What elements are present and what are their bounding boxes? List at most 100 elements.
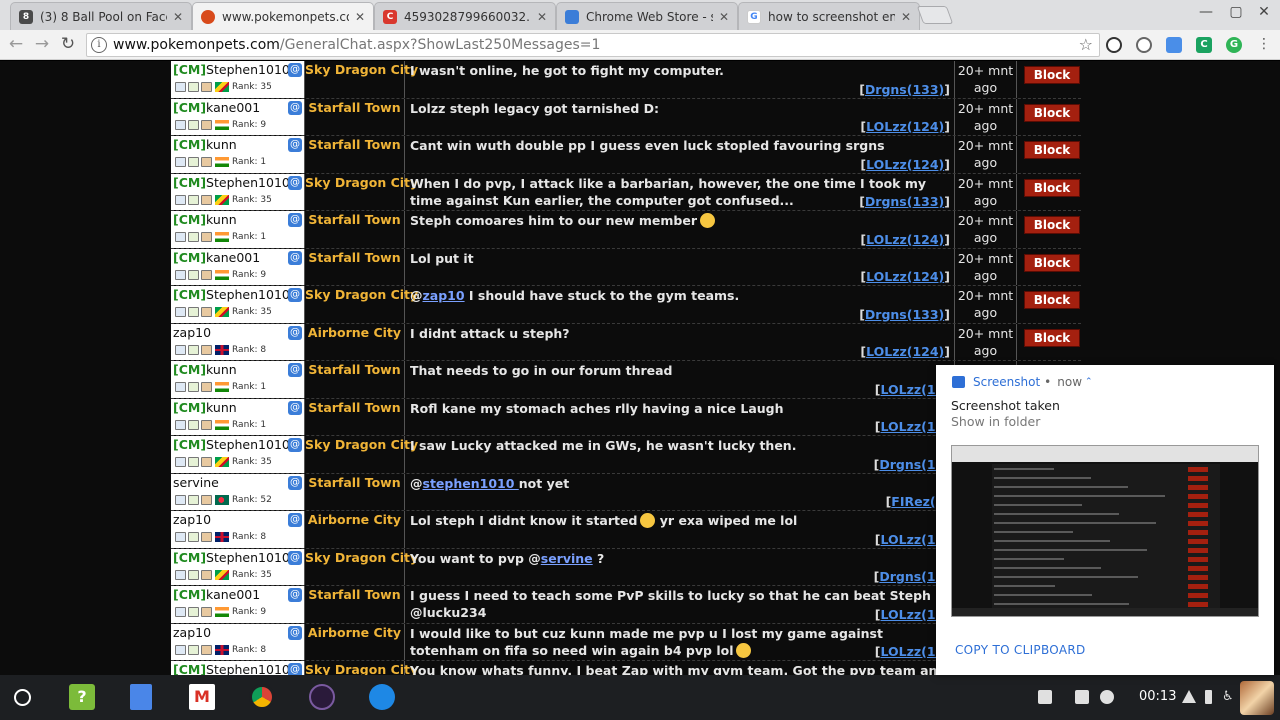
message-icon[interactable] <box>175 232 186 242</box>
close-tab-icon[interactable]: ✕ <box>899 10 913 24</box>
username-link[interactable]: [CM]Stephen1010 <box>173 550 290 565</box>
tab-8ball-pool[interactable]: 8 (3) 8 Ball Pool on Facebo ✕ <box>10 2 192 30</box>
block-button[interactable]: Block <box>1024 66 1080 84</box>
add-friend-icon[interactable] <box>188 157 199 167</box>
username-link[interactable]: [CM]kunn <box>173 400 237 415</box>
message-icon[interactable] <box>175 419 186 430</box>
message-icon[interactable] <box>175 307 186 317</box>
username-link[interactable]: [CM]kunn <box>173 137 237 152</box>
message-icon[interactable] <box>175 644 186 655</box>
docs-app-icon[interactable] <box>130 684 152 710</box>
username-link[interactable]: [CM]kane001 <box>173 250 260 265</box>
mention-at-icon[interactable]: @ <box>288 63 302 77</box>
add-friend-icon[interactable] <box>188 532 199 542</box>
clan-link[interactable]: LOLzz(12 <box>881 532 945 547</box>
screenshot-tray-icon[interactable] <box>1075 690 1089 704</box>
message-icon[interactable] <box>175 457 186 467</box>
user-avatar[interactable] <box>1240 681 1274 715</box>
add-friend-icon[interactable] <box>188 82 199 92</box>
clan-link[interactable]: LOLzz(12 <box>881 419 945 434</box>
close-tab-icon[interactable]: ✕ <box>353 10 367 24</box>
extension-eye-icon[interactable] <box>1136 37 1152 53</box>
mention-at-icon[interactable]: @ <box>288 363 302 377</box>
username-link[interactable]: zap10 <box>173 512 211 527</box>
clan-link[interactable]: LOLzz(124) <box>866 269 944 284</box>
mention-at-icon[interactable]: @ <box>288 663 302 675</box>
add-friend-icon[interactable] <box>188 644 199 655</box>
chrome-app-icon[interactable] <box>249 684 275 710</box>
username-link[interactable]: [CM]kunn <box>173 212 237 227</box>
message-icon[interactable] <box>175 607 186 617</box>
clock[interactable]: 00:13 <box>1139 689 1176 704</box>
wifi-icon[interactable] <box>1182 690 1196 703</box>
tab-image[interactable]: C 4593028799660032.png ✕ <box>374 2 556 30</box>
message-icon[interactable] <box>175 532 186 542</box>
mention-at-icon[interactable]: @ <box>288 475 302 490</box>
clan-link[interactable]: LOLzz(12 <box>881 607 945 622</box>
clan-link[interactable]: Drgns(13 <box>879 569 944 584</box>
username-link[interactable]: [CM]Stephen1010 <box>173 62 290 77</box>
clan-link[interactable]: LOLzz(124) <box>866 157 944 172</box>
add-friend-icon[interactable] <box>188 457 199 467</box>
address-bar[interactable]: i www.pokemonpets.com/GeneralChat.aspx?S… <box>86 33 1100 57</box>
username-link[interactable]: zap10 <box>173 325 211 340</box>
forward-icon[interactable]: → <box>32 34 52 54</box>
username-link[interactable]: zap10 <box>173 625 211 640</box>
message-icon[interactable] <box>175 494 186 505</box>
add-friend-icon[interactable] <box>188 569 199 580</box>
battery-icon[interactable] <box>1205 690 1212 704</box>
show-in-folder-link[interactable]: Show in folder <box>951 414 1040 429</box>
mention-at-icon[interactable]: @ <box>288 288 302 302</box>
mention-at-icon[interactable]: @ <box>288 625 302 640</box>
message-icon[interactable] <box>175 157 186 167</box>
clan-link[interactable]: Drgns(133) <box>865 307 944 322</box>
extension-clock-icon[interactable] <box>1106 37 1122 53</box>
add-friend-icon[interactable] <box>188 494 199 505</box>
username-link[interactable]: [CM]kane001 <box>173 587 260 602</box>
mention-link[interactable]: servine <box>541 551 593 566</box>
message-icon[interactable] <box>175 82 186 92</box>
tab-google-search[interactable]: G how to screenshot entire ✕ <box>738 2 920 30</box>
username-link[interactable]: [CM]kane001 <box>173 100 260 115</box>
block-button[interactable]: Block <box>1024 141 1080 159</box>
block-button[interactable]: Block <box>1024 103 1080 122</box>
add-friend-icon[interactable] <box>188 232 199 242</box>
new-tab-button[interactable] <box>916 6 954 24</box>
mention-at-icon[interactable]: @ <box>288 550 302 565</box>
add-friend-icon[interactable] <box>188 419 199 430</box>
close-tab-icon[interactable]: ✕ <box>171 10 185 24</box>
message-icon[interactable] <box>175 269 186 280</box>
close-tab-icon[interactable]: ✕ <box>717 10 731 24</box>
mention-link[interactable]: stephen1010 <box>423 476 519 491</box>
username-link[interactable]: [CM]kunn <box>173 362 237 377</box>
block-button[interactable]: Block <box>1024 178 1080 197</box>
clan-link[interactable]: Drgns(13 <box>879 457 944 472</box>
mention-at-icon[interactable]: @ <box>288 100 302 115</box>
mention-at-icon[interactable]: @ <box>288 325 302 340</box>
clan-link[interactable]: Drgns(133) <box>865 82 944 97</box>
message-icon[interactable] <box>175 119 186 130</box>
add-friend-icon[interactable] <box>188 307 199 317</box>
add-friend-icon[interactable] <box>188 607 199 617</box>
tab-pokemonpets[interactable]: www.pokemonpets.com/ ✕ <box>192 2 374 30</box>
collapse-chevron-icon[interactable]: ⌃ <box>1085 377 1093 387</box>
mention-at-icon[interactable]: @ <box>288 138 302 152</box>
mention-at-icon[interactable]: @ <box>288 588 302 602</box>
close-tab-icon[interactable]: ✕ <box>535 10 549 24</box>
back-icon[interactable]: ← <box>6 34 26 54</box>
message-icon[interactable] <box>175 194 186 205</box>
gmail-app-icon[interactable]: M <box>189 684 215 710</box>
mention-at-icon[interactable]: @ <box>288 438 302 452</box>
check-icon[interactable] <box>1100 690 1114 704</box>
screenshot-thumbnail[interactable] <box>951 445 1259 617</box>
menu-kebab-icon[interactable]: ⋮ <box>1254 36 1274 52</box>
help-app-icon[interactable]: ? <box>69 684 95 710</box>
clan-link[interactable]: Drgns(133) <box>865 194 944 209</box>
tab-webstore[interactable]: Chrome Web Store - scre ✕ <box>556 2 738 30</box>
site-info-icon[interactable]: i <box>91 37 107 53</box>
mention-at-icon[interactable]: @ <box>288 250 302 265</box>
clan-link[interactable]: LOLzz(124) <box>866 232 944 247</box>
extension-grammarly-icon[interactable]: G <box>1226 37 1242 53</box>
mention-at-icon[interactable]: @ <box>288 213 302 227</box>
block-button[interactable]: Block <box>1024 291 1080 309</box>
